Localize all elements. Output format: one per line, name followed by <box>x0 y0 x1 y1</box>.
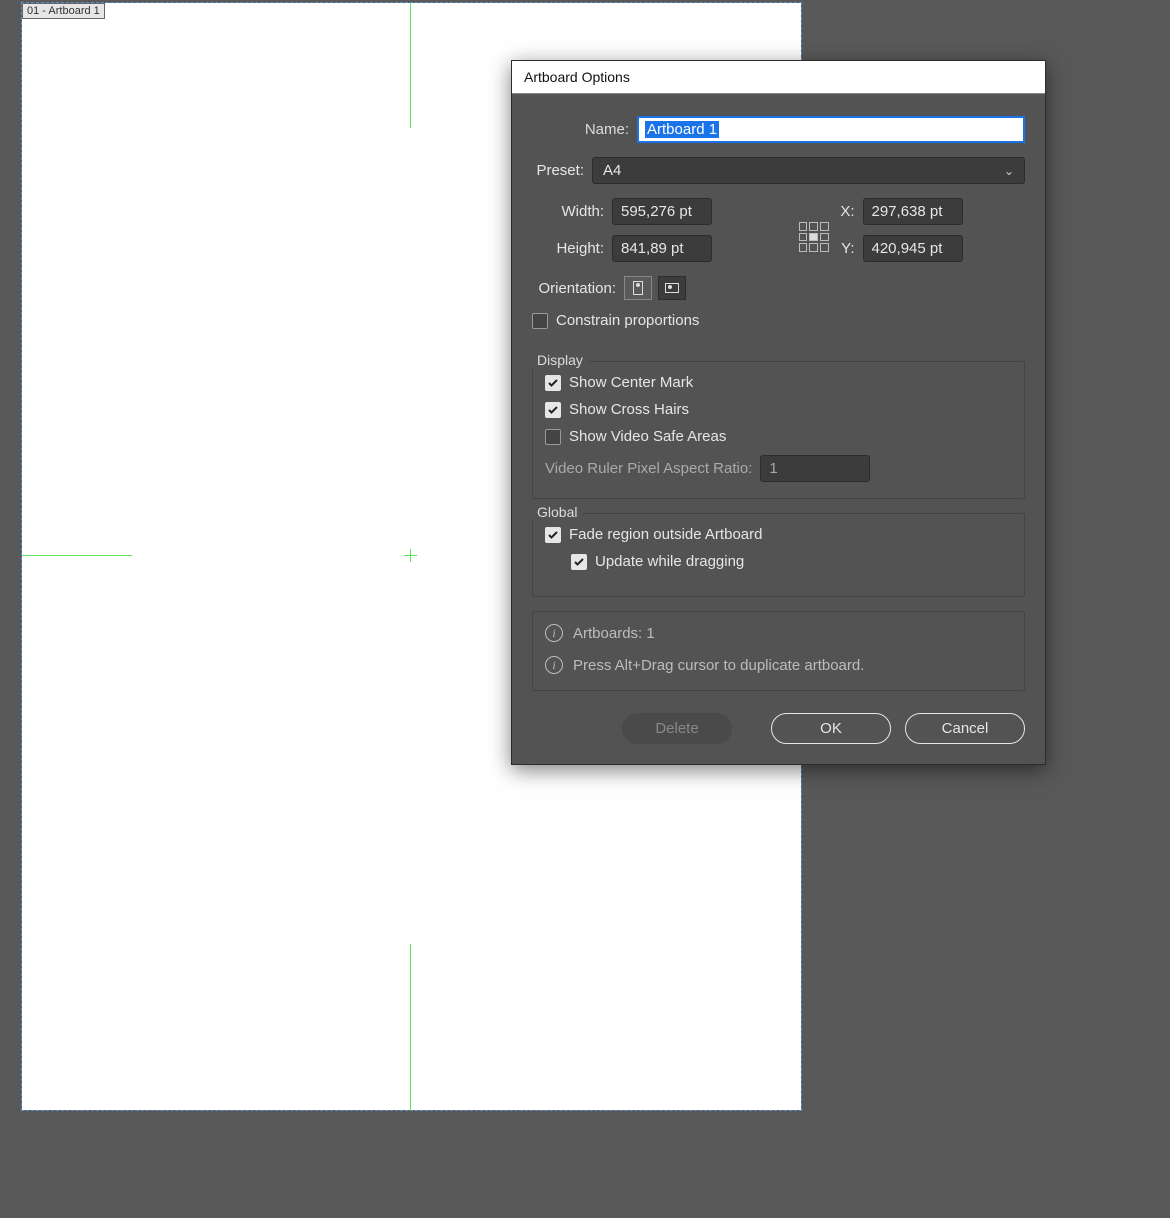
ratio-label: Video Ruler Pixel Aspect Ratio: <box>545 460 752 477</box>
info-icon: i <box>545 656 563 674</box>
chevron-down-icon: ⌄ <box>1004 164 1014 178</box>
orientation-label: Orientation: <box>532 280 624 297</box>
orientation-landscape-button[interactable] <box>658 276 686 300</box>
show-center-mark-checkbox[interactable] <box>545 375 561 391</box>
show-video-safe-label: Show Video Safe Areas <box>569 428 726 445</box>
height-input[interactable] <box>612 235 712 262</box>
crosshair-horizontal-left <box>22 555 132 556</box>
show-video-safe-checkbox[interactable] <box>545 429 561 445</box>
preset-label: Preset: <box>532 162 592 179</box>
width-label: Width: <box>532 203 612 220</box>
update-while-dragging-checkbox[interactable] <box>571 554 587 570</box>
x-label: X: <box>839 203 863 220</box>
preset-value: A4 <box>603 162 621 179</box>
height-label: Height: <box>532 240 612 257</box>
duplicate-hint-info: Press Alt+Drag cursor to duplicate artbo… <box>573 657 864 674</box>
display-group-label: Display <box>531 352 589 368</box>
info-icon: i <box>545 624 563 642</box>
artboard-tag[interactable]: 01 - Artboard 1 <box>22 3 105 19</box>
preset-select[interactable]: A4 ⌄ <box>592 157 1025 184</box>
delete-button: Delete <box>622 713 732 744</box>
width-input[interactable] <box>612 198 712 225</box>
crosshair-vertical-bottom <box>410 944 411 1110</box>
ratio-input[interactable] <box>760 455 870 482</box>
fade-region-checkbox[interactable] <box>545 527 561 543</box>
global-group-label: Global <box>531 504 583 520</box>
constrain-proportions-label: Constrain proportions <box>556 312 699 329</box>
cancel-button[interactable]: Cancel <box>905 713 1025 744</box>
name-input[interactable]: Artboard 1 <box>637 116 1025 143</box>
ok-button[interactable]: OK <box>771 713 891 744</box>
crosshair-vertical-top <box>410 3 411 128</box>
orientation-portrait-button[interactable] <box>624 276 652 300</box>
update-while-dragging-label: Update while dragging <box>595 553 744 570</box>
portrait-icon <box>633 281 643 295</box>
name-label: Name: <box>532 121 637 138</box>
dialog-title: Artboard Options <box>512 61 1045 94</box>
artboards-count-info: Artboards: 1 <box>573 625 655 642</box>
reference-point-grid[interactable] <box>799 222 829 252</box>
y-input[interactable] <box>863 235 963 262</box>
show-cross-hairs-label: Show Cross Hairs <box>569 401 689 418</box>
show-center-mark-label: Show Center Mark <box>569 374 693 391</box>
x-input[interactable] <box>863 198 963 225</box>
landscape-icon <box>665 283 679 293</box>
artboard-options-dialog: Artboard Options Name: Artboard 1 Preset… <box>511 60 1046 765</box>
y-label: Y: <box>839 240 863 257</box>
fade-region-label: Fade region outside Artboard <box>569 526 762 543</box>
show-cross-hairs-checkbox[interactable] <box>545 402 561 418</box>
constrain-proportions-checkbox[interactable] <box>532 313 548 329</box>
